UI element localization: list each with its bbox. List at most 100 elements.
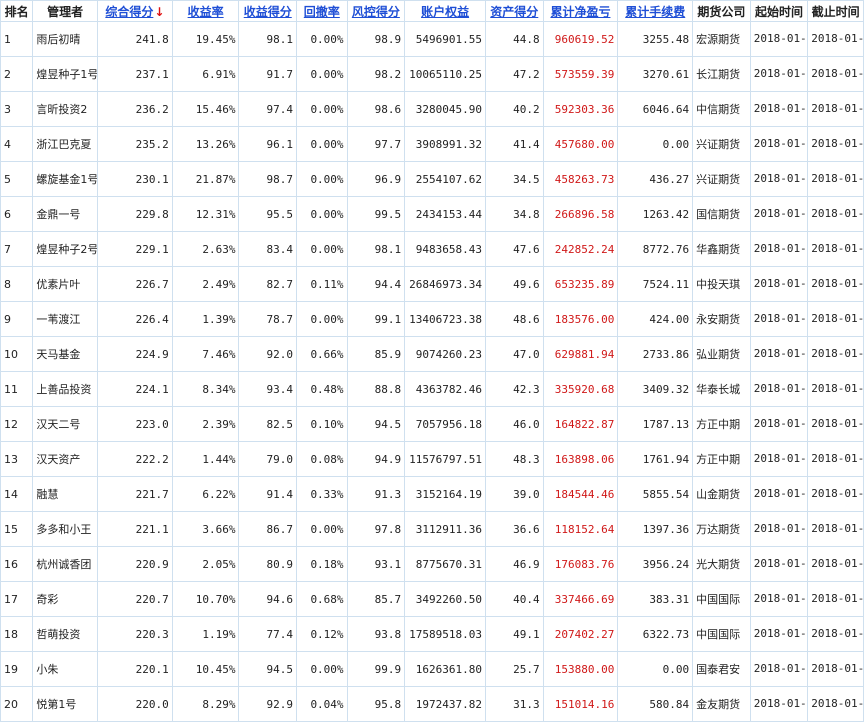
- total-score-cell: 223.0: [97, 406, 173, 442]
- header-asset-score-sort[interactable]: 资产得分: [484, 0, 544, 22]
- return-score-cell: 86.7: [238, 511, 298, 547]
- broker-cell: 中国国际: [692, 581, 751, 617]
- table-row: 13 汉天资产 222.2 1.44% 79.0 0.08% 94.9 11576797.51…: [0, 441, 864, 477]
- net-profit-cell: 163898.06: [542, 441, 619, 477]
- start-date-cell: 2018-01-02: [749, 196, 809, 232]
- fees-cell: 2733.86: [617, 336, 694, 372]
- drawdown-cell: 0.08%: [296, 441, 348, 477]
- equity-cell: 2434153.44: [404, 196, 486, 232]
- fees-cell: 424.00: [617, 301, 694, 337]
- equity-cell: 3152164.19: [404, 476, 486, 512]
- total-score-cell: 229.8: [97, 196, 173, 232]
- asset-score-cell: 48.6: [484, 301, 544, 337]
- drawdown-cell: 0.18%: [296, 546, 348, 582]
- fees-cell: 436.27: [617, 161, 694, 197]
- manager-name: 煌昱种子1号: [32, 56, 98, 92]
- rank-cell: 15: [0, 511, 34, 547]
- risk-score-cell: 95.8: [346, 686, 406, 722]
- drawdown-cell: 0.00%: [296, 126, 348, 162]
- return-rate-cell: 8.34%: [171, 371, 240, 407]
- fees-cell: 3956.24: [617, 546, 694, 582]
- header-total-score-sort[interactable]: 综合得分↓: [97, 0, 173, 22]
- start-date-cell: 2018-01-02: [749, 406, 809, 442]
- start-date-cell: 2018-01-02: [749, 56, 809, 92]
- net-profit-cell: 164822.87: [542, 406, 619, 442]
- manager-name: 天马基金: [32, 336, 98, 372]
- total-score-cell: 230.1: [97, 161, 173, 197]
- fees-cell: 1761.94: [617, 441, 694, 477]
- net-profit-cell: 960619.52: [542, 21, 619, 57]
- rank-cell: 9: [0, 301, 34, 337]
- drawdown-cell: 0.00%: [296, 651, 348, 687]
- total-score-cell: 235.2: [97, 126, 173, 162]
- return-score-cell: 94.5: [238, 651, 298, 687]
- header-net-profit-sort[interactable]: 累计净盈亏: [542, 0, 619, 22]
- header-drawdown-sort[interactable]: 回撤率: [296, 0, 348, 22]
- risk-score-cell: 93.8: [346, 616, 406, 652]
- drawdown-cell: 0.00%: [296, 196, 348, 232]
- return-rate-cell: 7.46%: [171, 336, 240, 372]
- header-risk-score-sort[interactable]: 风控得分: [346, 0, 406, 22]
- asset-score-cell: 47.2: [484, 56, 544, 92]
- start-date-cell: 2018-01-02: [749, 231, 809, 267]
- return-rate-cell: 1.19%: [171, 616, 240, 652]
- asset-score-cell: 31.3: [484, 686, 544, 722]
- rank-cell: 18: [0, 616, 34, 652]
- header-equity-sort[interactable]: 账户权益: [404, 0, 486, 22]
- start-date-cell: 2018-01-02: [749, 581, 809, 617]
- total-score-cell: 236.2: [97, 91, 173, 127]
- manager-name: 汉天二号: [32, 406, 98, 442]
- net-profit-cell: 592303.36: [542, 91, 619, 127]
- net-profit-cell: 184544.46: [542, 476, 619, 512]
- rank-cell: 13: [0, 441, 34, 477]
- broker-cell: 金友期货: [692, 686, 751, 722]
- rank-cell: 14: [0, 476, 34, 512]
- fees-cell: 383.31: [617, 581, 694, 617]
- end-date-cell: 2018-01-09: [807, 511, 864, 547]
- drawdown-cell: 0.10%: [296, 406, 348, 442]
- risk-score-cell: 94.9: [346, 441, 406, 477]
- end-date-cell: 2018-01-09: [807, 301, 864, 337]
- ranking-table: 排名 管理者 综合得分↓ 收益率 收益得分 回撤率 风控得分 账户权益 资产得分…: [0, 0, 864, 722]
- end-date-cell: 2018-01-09: [807, 21, 864, 57]
- broker-cell: 永安期货: [692, 301, 751, 337]
- header-return-score-sort[interactable]: 收益得分: [238, 0, 298, 22]
- table-row: 12 汉天二号 223.0 2.39% 82.5 0.10% 94.5 7057956.18 4…: [0, 406, 864, 442]
- drawdown-cell: 0.00%: [296, 301, 348, 337]
- fees-cell: 3409.32: [617, 371, 694, 407]
- total-score-cell: 221.7: [97, 476, 173, 512]
- net-profit-cell: 151014.16: [542, 686, 619, 722]
- return-rate-cell: 13.26%: [171, 126, 240, 162]
- equity-cell: 1626361.80: [404, 651, 486, 687]
- broker-cell: 中国国际: [692, 616, 751, 652]
- return-score-cell: 92.0: [238, 336, 298, 372]
- total-score-cell: 226.4: [97, 301, 173, 337]
- start-date-cell: 2018-01-02: [749, 126, 809, 162]
- table-row: 10 天马基金 224.9 7.46% 92.0 0.66% 85.9 9074260.23 4…: [0, 336, 864, 372]
- drawdown-cell: 0.33%: [296, 476, 348, 512]
- return-score-cell: 98.1: [238, 21, 298, 57]
- total-score-cell: 220.0: [97, 686, 173, 722]
- fees-cell: 1397.36: [617, 511, 694, 547]
- net-profit-cell: 207402.27: [542, 616, 619, 652]
- return-rate-cell: 6.22%: [171, 476, 240, 512]
- equity-cell: 11576797.51: [404, 441, 486, 477]
- table-row: 3 言昕投资2 236.2 15.46% 97.4 0.00% 98.6 3280045.90…: [0, 91, 864, 127]
- manager-name: 奇彩: [32, 581, 98, 617]
- rank-cell: 20: [0, 686, 34, 722]
- net-profit-cell: 629881.94: [542, 336, 619, 372]
- asset-score-cell: 49.6: [484, 266, 544, 302]
- net-profit-cell: 573559.39: [542, 56, 619, 92]
- manager-name: 雨后初晴: [32, 21, 98, 57]
- broker-cell: 万达期货: [692, 511, 751, 547]
- start-date-cell: 2018-01-02: [749, 476, 809, 512]
- net-profit-cell: 335920.68: [542, 371, 619, 407]
- manager-name: 金鼎一号: [32, 196, 98, 232]
- return-score-cell: 95.5: [238, 196, 298, 232]
- return-rate-cell: 2.49%: [171, 266, 240, 302]
- header-return-rate-sort[interactable]: 收益率: [171, 0, 240, 22]
- equity-cell: 17589518.03: [404, 616, 486, 652]
- manager-name: 哲萌投资: [32, 616, 98, 652]
- start-date-cell: 2018-01-02: [749, 91, 809, 127]
- header-fees-sort[interactable]: 累计手续费: [617, 0, 694, 22]
